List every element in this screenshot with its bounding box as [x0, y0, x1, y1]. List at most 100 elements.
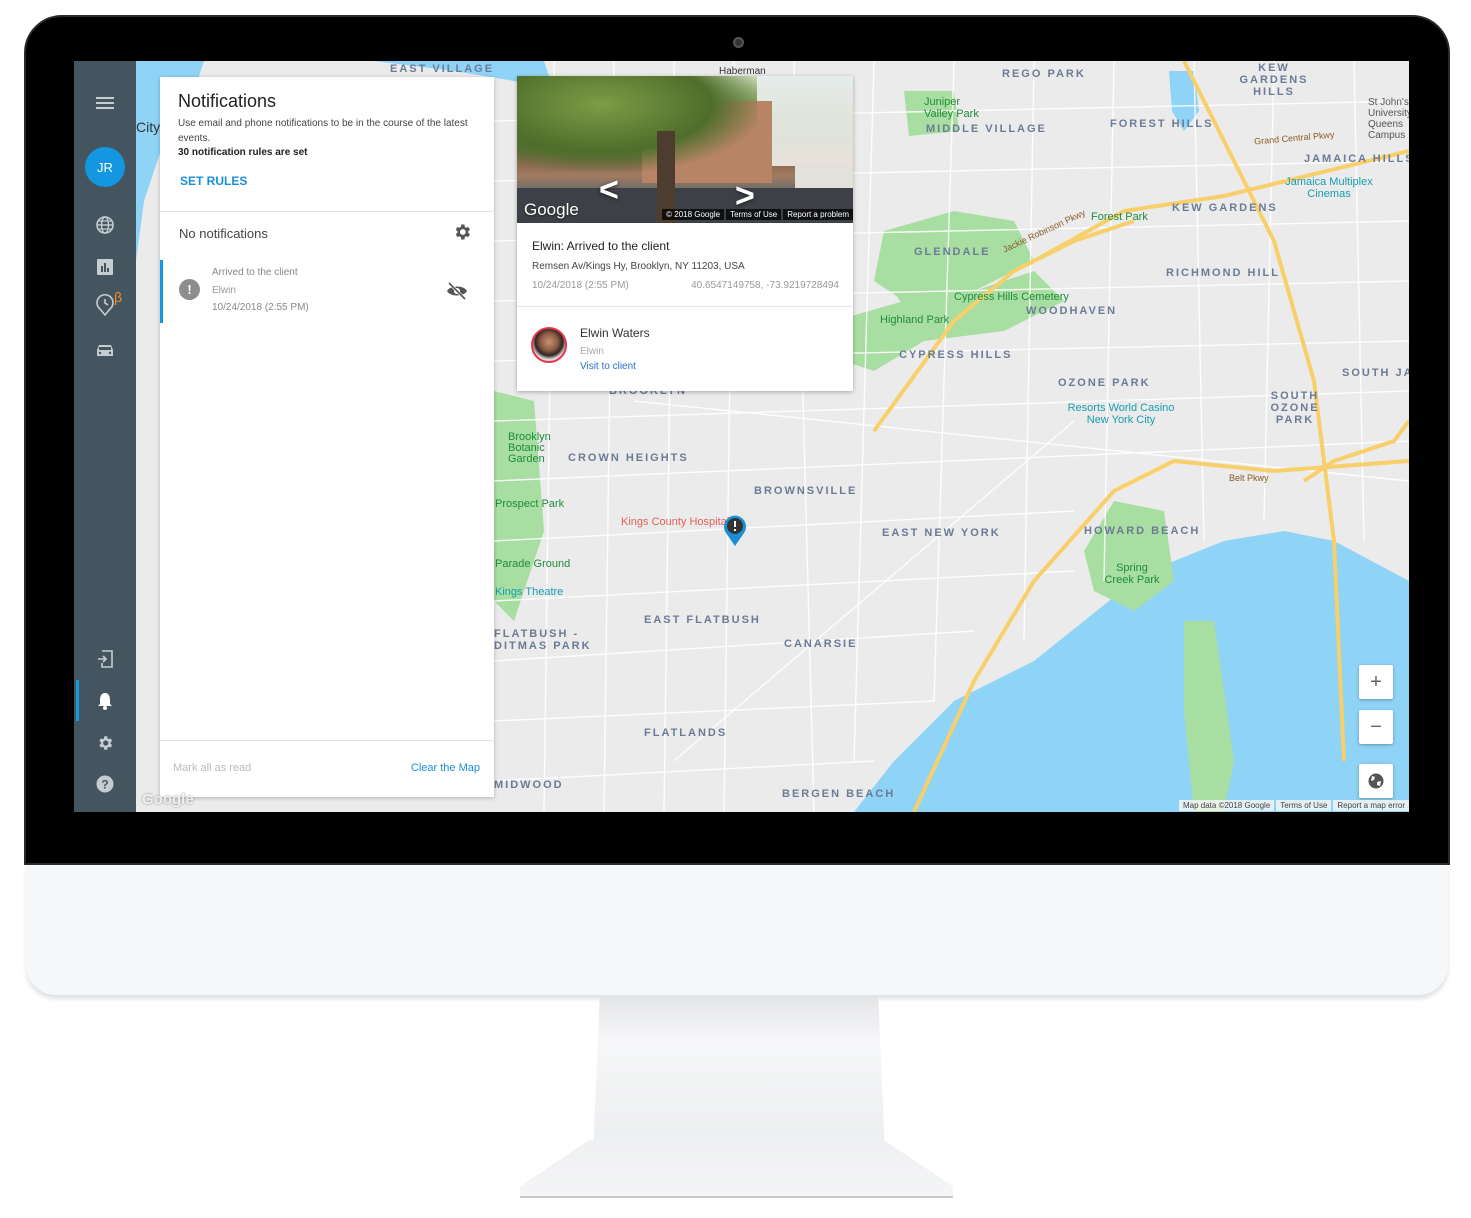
- map-label-howard-beach: HOWARD BEACH: [1084, 525, 1201, 537]
- sidebar-item-logout[interactable]: [92, 646, 118, 672]
- map-label-kew-gardens: KEW GARDENS: [1172, 202, 1278, 214]
- map-label-rego-park: REGO PARK: [1002, 68, 1086, 80]
- map-label-bergen-beach: BERGEN BEACH: [782, 788, 896, 800]
- sv-wall: [795, 164, 853, 190]
- globe-icon: [96, 216, 114, 234]
- notification-settings-button[interactable]: [452, 222, 472, 242]
- map-label-glendale: GLENDALE: [914, 246, 991, 258]
- notification-time: 10/24/2018 (2:55 PM): [212, 302, 309, 313]
- visit-client-link[interactable]: Visit to client: [580, 361, 636, 372]
- sv-report-link[interactable]: Report a problem: [783, 209, 853, 220]
- map-label-east-village: EAST VILLAGE: [390, 63, 495, 75]
- map-label-kew-gardens-hills: KEW GARDENS HILLS: [1239, 62, 1309, 98]
- exit-icon: [98, 650, 113, 668]
- bar-chart-icon: [97, 259, 113, 275]
- event-coordinates: 40.6547149758, -73.9219728494: [691, 280, 839, 291]
- gear-icon: [455, 224, 470, 240]
- eye-off-icon: [447, 281, 467, 301]
- active-indicator: [76, 680, 79, 721]
- sidebar-item-vehicles[interactable]: [92, 338, 118, 364]
- plus-icon: +: [1370, 670, 1382, 693]
- event-map-pin[interactable]: [723, 515, 747, 547]
- notifications-status: No notifications: [179, 226, 268, 241]
- monitor-stand-base: [520, 1140, 953, 1198]
- menu-button[interactable]: [92, 90, 118, 116]
- street-view-attribution: © 2018 Google Terms of Use Report a prob…: [662, 209, 853, 220]
- unread-indicator: [160, 260, 163, 323]
- sidebar-item-help[interactable]: ?: [92, 771, 118, 797]
- avatar-initials: JR: [97, 159, 113, 175]
- map-label-spring-creek-park: Spring Creek Park: [1104, 562, 1160, 586]
- map-label-kings-theatre: Kings Theatre: [495, 586, 564, 598]
- bell-icon: [98, 693, 112, 710]
- divider: [160, 740, 494, 741]
- person-username: Elwin: [580, 346, 604, 357]
- sv-tree: [517, 76, 757, 171]
- sidebar-item-reports[interactable]: [92, 254, 118, 280]
- map-label-belt-pkwy: Belt Pkwy: [1229, 473, 1269, 483]
- beta-badge: β: [114, 289, 123, 305]
- map-google-logo: Google: [142, 791, 194, 808]
- clock-pin-icon: [96, 294, 114, 316]
- map-type-button[interactable]: [1359, 764, 1393, 798]
- car-icon: [97, 345, 113, 356]
- map-label-richmond-hill: RICHMOND HILL: [1166, 267, 1280, 279]
- map-label-forest-park: Forest Park: [1091, 211, 1148, 223]
- hamburger-icon: [96, 97, 114, 109]
- map-data-credit: Map data ©2018 Google: [1178, 800, 1275, 811]
- divider: [160, 211, 494, 212]
- divider: [517, 306, 853, 307]
- zoom-out-button[interactable]: −: [1359, 710, 1393, 744]
- map-label-forest-hills: FOREST HILLS: [1110, 118, 1214, 130]
- event-time: 10/24/2018 (2:55 PM): [532, 280, 629, 291]
- user-avatar[interactable]: JR: [85, 147, 125, 187]
- map-label-east-new-york: EAST NEW YORK: [882, 527, 1001, 539]
- sidebar-item-settings[interactable]: [92, 730, 118, 756]
- map-label-flatbush-ditmas: FLATBUSH - DITMAS PARK: [494, 628, 592, 652]
- sidebar-item-globe[interactable]: [92, 212, 118, 238]
- map-label-middle-village: MIDDLE VILLAGE: [926, 123, 1047, 135]
- map-label-parade-ground: Parade Ground: [495, 558, 571, 570]
- street-view-image[interactable]: < > Google © 2018 Google Terms of Use Re…: [517, 76, 853, 223]
- map-label-south-ozone-park: SOUTH OZONE PARK: [1270, 390, 1320, 426]
- clear-map-button[interactable]: Clear the Map: [411, 762, 480, 774]
- map-label-cypress-hills: CYPRESS HILLS: [899, 349, 1013, 361]
- event-info-card: < > Google © 2018 Google Terms of Use Re…: [517, 76, 853, 391]
- map-attribution: Map data ©2018 Google Terms of Use Repor…: [1178, 800, 1409, 811]
- panel-title: Notifications: [178, 91, 277, 111]
- sidebar-item-notifications[interactable]: [92, 688, 118, 714]
- map-label-jamaica-hills: JAMAICA HILLS: [1304, 153, 1409, 165]
- map-label-st-johns: St John's University Queens Campus: [1368, 97, 1409, 141]
- street-view-next-arrow[interactable]: >: [735, 179, 755, 213]
- map-report-link[interactable]: Report a map error: [1333, 800, 1409, 811]
- event-address: Remsen Av/Kings Hy, Brooklyn, NY 11203, …: [532, 261, 745, 272]
- notification-user: Elwin: [212, 285, 236, 296]
- person-name: Elwin Waters: [580, 326, 650, 340]
- map-label-ozone-park: OZONE PARK: [1058, 377, 1151, 389]
- map-label-juniper-valley-park: Juniper Valley Park: [924, 96, 979, 120]
- map-label-city: City: [136, 119, 161, 135]
- set-rules-button[interactable]: SET RULES: [180, 174, 247, 188]
- sv-terms-link[interactable]: Terms of Use: [726, 209, 782, 220]
- map-label-botanic-garden: Brooklyn Botanic Garden: [508, 431, 551, 465]
- map-label-resorts-world: Resorts World Casino New York City: [1067, 402, 1175, 426]
- alert-icon: !: [179, 279, 200, 300]
- map-label-brownsville: BROWNSVILLE: [754, 485, 858, 497]
- street-view-prev-arrow[interactable]: <: [599, 173, 619, 207]
- map-label-south-jamaica: SOUTH JAM: [1342, 367, 1409, 379]
- map-terms-link[interactable]: Terms of Use: [1276, 800, 1332, 811]
- gear-icon: [99, 736, 113, 750]
- map-label-woodhaven: WOODHAVEN: [1026, 305, 1118, 317]
- map-label-crown-heights: CROWN HEIGHTS: [568, 452, 689, 464]
- mark-all-read-button[interactable]: Mark all as read: [173, 762, 251, 774]
- help-icon: ?: [96, 775, 114, 793]
- globe-icon: [1368, 773, 1384, 789]
- hide-notification-button[interactable]: [446, 281, 468, 301]
- map-label-prospect-park: Prospect Park: [495, 498, 565, 510]
- sidebar: JR β ?: [74, 61, 136, 812]
- app-screen: EAST VILLAGE REGO PARK KEW GARDENS HILLS…: [74, 61, 1409, 812]
- camera: [733, 37, 744, 48]
- map-label-east-flatbush: EAST FLATBUSH: [644, 614, 761, 626]
- notification-item[interactable]: ! Arrived to the client Elwin 10/24/2018…: [160, 260, 494, 324]
- zoom-in-button[interactable]: +: [1359, 665, 1393, 699]
